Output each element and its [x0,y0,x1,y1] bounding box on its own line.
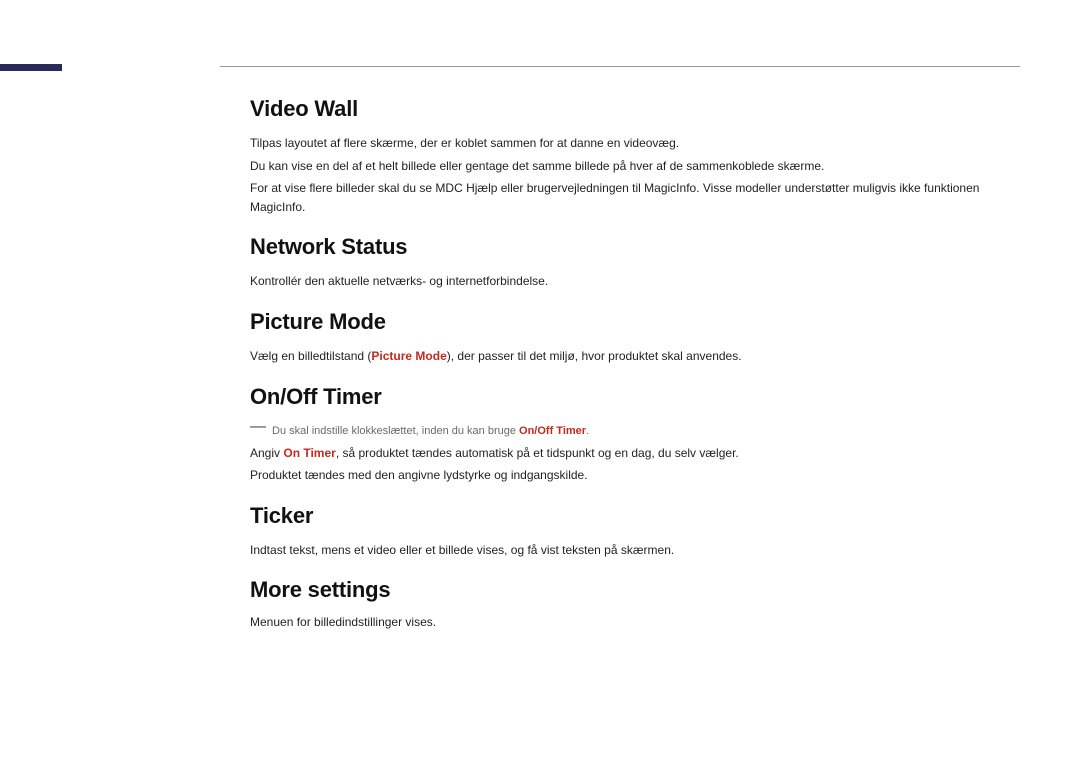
section-picture-mode: Picture Mode Vælg en billedtilstand (Pic… [250,309,1020,366]
heading-video-wall: Video Wall [250,96,1020,122]
heading-ticker: Ticker [250,503,1020,529]
heading-picture-mode: Picture Mode [250,309,1020,335]
section-more-settings: More settings Menuen for billedindstilli… [250,577,1020,632]
top-horizontal-rule [220,66,1020,67]
document-content: Video Wall Tilpas layoutet af flere skær… [250,96,1020,650]
emphasis-on-off-timer: On/Off Timer [519,425,586,437]
note-dash-icon: ― [250,419,266,435]
body-text: For at vise flere billeder skal du se MD… [250,179,1020,216]
note-text: Du skal indstille klokkeslættet, inden d… [272,423,589,440]
body-text: Vælg en billedtilstand (Picture Mode), d… [250,347,1020,366]
emphasis-on-timer: On Timer [283,446,335,460]
text-fragment: ), der passer til det miljø, hvor produk… [447,349,742,363]
section-on-off-timer: On/Off Timer ― Du skal indstille klokkes… [250,384,1020,485]
emphasis-picture-mode: Picture Mode [371,349,446,363]
text-fragment: Du skal indstille klokkeslættet, inden d… [272,425,519,437]
body-text: Menuen for billedindstillinger vises. [250,613,1020,632]
heading-network-status: Network Status [250,234,1020,260]
note-row: ― Du skal indstille klokkeslættet, inden… [250,422,1020,440]
body-text: Du kan vise en del af et helt billede el… [250,157,1020,176]
body-text: Indtast tekst, mens et video eller et bi… [250,541,1020,560]
section-video-wall: Video Wall Tilpas layoutet af flere skær… [250,96,1020,216]
body-text: Angiv On Timer, så produktet tændes auto… [250,444,1020,463]
text-fragment: Angiv [250,446,283,460]
body-text: Kontrollér den aktuelle netværks- og int… [250,272,1020,291]
heading-more-settings: More settings [250,577,1020,603]
section-network-status: Network Status Kontrollér den aktuelle n… [250,234,1020,291]
text-fragment: . [586,425,589,437]
body-text: Produktet tændes med den angivne lydstyr… [250,466,1020,485]
heading-on-off-timer: On/Off Timer [250,384,1020,410]
body-text: Tilpas layoutet af flere skærme, der er … [250,134,1020,153]
text-fragment: Vælg en billedtilstand ( [250,349,371,363]
section-ticker: Ticker Indtast tekst, mens et video elle… [250,503,1020,560]
text-fragment: , så produktet tændes automatisk på et t… [336,446,739,460]
side-accent-bar [0,64,62,71]
